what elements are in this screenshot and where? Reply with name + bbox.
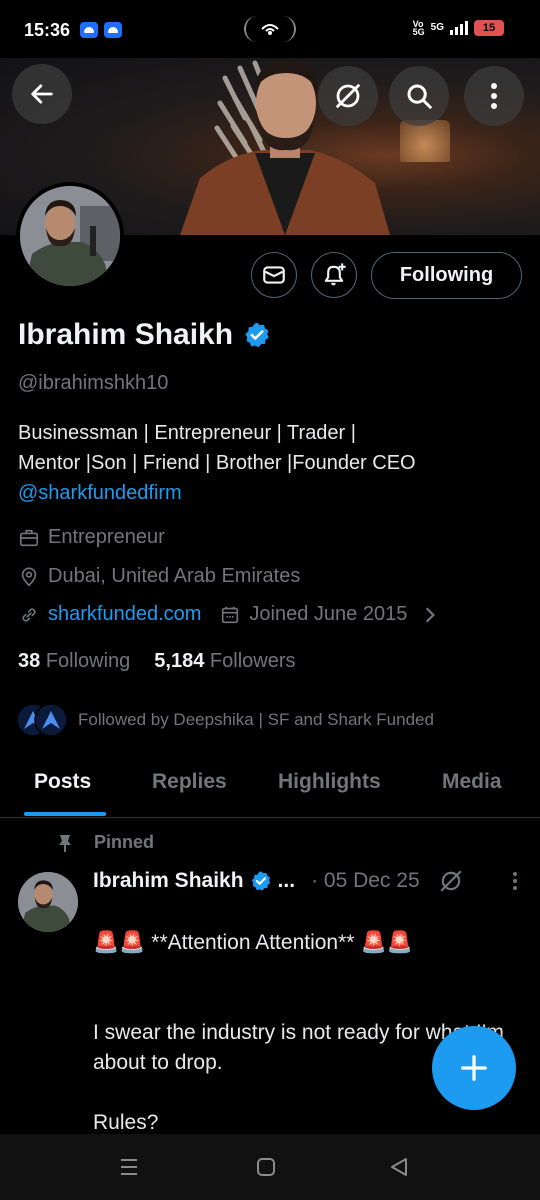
follower-avatars-icon <box>16 703 68 737</box>
following-button[interactable]: Following <box>371 252 522 299</box>
tab-replies[interactable]: Replies <box>152 770 227 794</box>
calendar-icon <box>222 606 239 623</box>
banner-lamp <box>400 120 450 162</box>
more-vertical-icon <box>491 83 497 109</box>
profile-name: Ibrahim Shaikh <box>18 318 234 351</box>
website-link[interactable]: sharkfunded.com <box>48 603 201 626</box>
category-text: Entrepreneur <box>48 526 165 548</box>
tab-posts[interactable]: Posts <box>34 770 91 794</box>
android-notification-icon <box>80 22 98 38</box>
message-button[interactable] <box>251 252 297 298</box>
post-first-line: 🚨🚨 **Attention Attention** 🚨🚨 <box>93 928 523 958</box>
profile-bio: Businessman | Entrepreneur | Trader | Me… <box>18 418 518 508</box>
more-options-button[interactable] <box>464 66 524 126</box>
link-icon <box>22 607 36 622</box>
pinned-text: Pinned <box>94 832 155 852</box>
plus-icon <box>461 1055 487 1081</box>
post-header: Ibrahim Shaikh ... · 05 Dec 25 <box>93 868 518 894</box>
profile-location: Dubai, United Arab Emirates <box>18 565 300 588</box>
siren-emoji-icon: 🚨🚨 <box>360 931 413 954</box>
bio-line: Mentor |Son | Friend | Brother |Founder … <box>18 452 416 474</box>
pin-icon <box>59 834 71 852</box>
compose-post-button[interactable] <box>432 1026 516 1110</box>
network-volte: Vo 5G <box>412 19 425 37</box>
home-icon[interactable] <box>255 1156 277 1178</box>
followed-by-text: Followed by Deepshika | SF and Shark Fun… <box>78 710 434 729</box>
status-bar: 15:36 Vo 5G 5G 15 <box>0 0 540 58</box>
post-author-avatar[interactable] <box>18 872 78 932</box>
notifications-subscribe-button[interactable] <box>311 252 357 298</box>
tab-media[interactable]: Media <box>442 770 502 794</box>
grok-icon[interactable] <box>438 868 464 894</box>
chevron-right-icon[interactable] <box>423 606 437 624</box>
system-navigation-bar <box>0 1134 540 1200</box>
battery-icon: 15 <box>474 20 504 36</box>
location-text: Dubai, United Arab Emirates <box>48 565 301 587</box>
pinned-label-row: Pinned <box>56 832 154 853</box>
back-button[interactable] <box>12 64 72 124</box>
recent-apps-icon[interactable] <box>118 1156 140 1178</box>
profile-links-row: sharkfunded.com Joined June 2015 <box>18 603 437 626</box>
hotspot-icon <box>261 24 279 35</box>
bio-mention-link[interactable]: @sharkfundedfirm <box>18 478 518 508</box>
post-headline: **Attention Attention** <box>151 931 355 954</box>
post-date: · 05 Dec 25 <box>311 869 420 892</box>
profile-category: Entrepreneur <box>18 526 165 549</box>
android-notification-icon <box>104 22 122 38</box>
signal-icon <box>450 21 468 35</box>
profile-handle: @ibrahimshkh10 <box>18 372 169 394</box>
status-time: 15:36 <box>24 20 71 40</box>
search-icon <box>407 84 432 109</box>
post-author-ellipsis: ... <box>277 869 296 892</box>
briefcase-icon <box>19 529 39 546</box>
verified-badge-icon[interactable] <box>243 321 271 349</box>
arrow-left-icon <box>31 84 53 104</box>
profile-avatar[interactable] <box>16 182 124 290</box>
network-type: 5G <box>430 22 444 33</box>
avatar-photo <box>20 186 120 286</box>
verified-badge-icon <box>251 871 270 891</box>
envelope-icon <box>263 266 285 284</box>
bio-line: Businessman | Entrepreneur | Trader | <box>18 422 356 444</box>
back-nav-icon[interactable] <box>388 1156 410 1178</box>
bell-plus-icon <box>324 263 346 286</box>
active-tab-indicator <box>24 812 106 816</box>
tab-highlights[interactable]: Highlights <box>278 770 381 794</box>
followed-by-row[interactable]: Followed by Deepshika | SF and Shark Fun… <box>16 703 434 737</box>
grok-icon <box>335 83 361 109</box>
location-pin-icon <box>21 566 37 586</box>
follow-stats: 38 Following 5,184 Followers <box>18 650 296 673</box>
siren-emoji-icon: 🚨🚨 <box>93 931 146 954</box>
profile-tabs: Posts Replies Highlights Media <box>0 758 540 818</box>
post-author-name[interactable]: Ibrahim Shaikh <box>93 869 244 893</box>
avatar-photo <box>18 872 78 932</box>
hotspot-indicator <box>244 16 296 42</box>
joined-date: Joined June 2015 <box>249 603 408 625</box>
status-indicators: Vo 5G 5G 15 <box>412 19 504 37</box>
post-more-icon[interactable] <box>512 871 518 891</box>
grok-button[interactable] <box>318 66 378 126</box>
followers-stat[interactable]: 5,184 Followers <box>154 650 295 673</box>
following-stat[interactable]: 38 Following <box>18 650 130 673</box>
search-button[interactable] <box>389 66 449 126</box>
profile-name-row: Ibrahim Shaikh <box>18 318 271 352</box>
